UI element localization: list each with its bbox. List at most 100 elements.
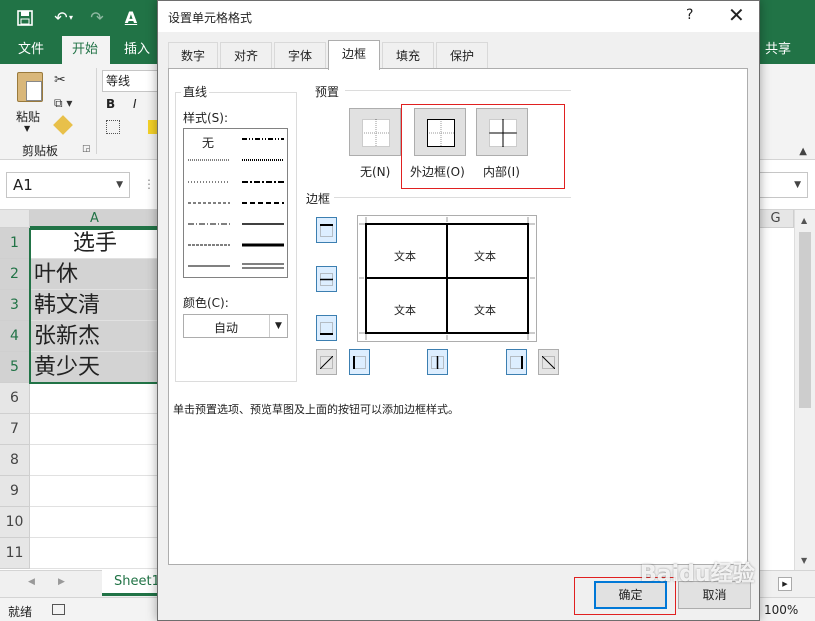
border-top-button[interactable] [316,217,337,243]
cell[interactable]: 张新杰 [30,321,160,352]
formula-expand[interactable]: ▼ [760,172,808,198]
dialog-titlebar: 设置单元格格式 ? ✕ [158,1,759,32]
scroll-up-icon[interactable]: ▲ [801,216,807,225]
paste-button[interactable]: 粘贴 [16,108,40,125]
row-header[interactable]: 3 [0,290,30,321]
row-header[interactable]: 11 [0,538,30,569]
border-diagonal-up-button[interactable] [316,349,337,375]
copy-icon[interactable]: ⧉ ▾ [54,96,72,111]
cell[interactable]: 选手 [30,228,160,259]
help-button[interactable]: ? [686,7,693,23]
sheet-tab-sheet1[interactable]: Sheet1 [102,570,162,596]
line-style-list[interactable]: 无 [183,128,288,278]
chevron-down-icon[interactable]: ▼ [794,180,801,190]
border-separator [334,197,571,198]
border-bottom-button[interactable] [316,315,337,341]
tab-insert[interactable]: 插入 [114,36,160,64]
borders-icon[interactable] [106,120,120,134]
name-box[interactable]: A1 ▼ [6,172,130,198]
border-middle-vertical-button[interactable] [427,349,448,375]
line-color-label: 颜色(C): [183,296,229,310]
formula-bar-grip[interactable]: ⋮ [143,177,155,191]
save-icon[interactable] [14,7,36,29]
font-color-icon[interactable]: A [120,7,142,29]
border-diagonal-down-button[interactable] [538,349,559,375]
row-header[interactable]: 5 [0,352,30,383]
select-all-corner[interactable] [0,210,30,228]
preset-none-label: 无(N) [360,165,391,179]
preview-cell-text: 文本 [474,250,496,263]
border-section-title: 边框 [306,192,331,206]
scroll-right-icon[interactable]: ▶ [778,577,792,591]
row-header[interactable]: 1 [0,228,30,259]
tab-protection[interactable]: 保护 [436,42,488,69]
border-left-button[interactable] [349,349,370,375]
watermark: Baidu经验 [640,562,755,587]
bold-button[interactable]: B [106,97,115,111]
border-middle-horizontal-button[interactable] [316,266,337,292]
row-header[interactable]: 10 [0,507,30,538]
undo-dropdown-icon[interactable]: ▾ [66,7,76,29]
cell[interactable] [30,476,160,507]
vertical-scrollbar[interactable]: ▲ ▼ [794,210,815,570]
tab-alignment[interactable]: 对齐 [220,42,272,69]
status-text: 就绪 [8,605,33,619]
cell[interactable] [30,507,160,538]
row-header[interactable]: 9 [0,476,30,507]
format-painter-icon[interactable] [53,115,73,135]
macro-record-icon[interactable] [52,604,65,615]
tab-file[interactable]: 文件 [8,36,54,64]
tab-border[interactable]: 边框 [328,40,380,70]
presets-separator [345,90,571,91]
dialog-launcher-icon[interactable]: ◲ [82,144,91,154]
line-group-title: 直线 [181,83,210,100]
paste-icon[interactable] [17,72,43,102]
column-header-g[interactable]: G [758,210,794,228]
border-right-button[interactable] [506,349,527,375]
zoom-level[interactable]: 100% [764,603,798,617]
close-button[interactable]: ✕ [728,3,745,27]
scroll-down-icon[interactable]: ▼ [801,556,807,565]
cut-icon[interactable]: ✂ [54,72,66,88]
line-color-select[interactable]: 自动 ▼ [183,314,288,338]
row-header[interactable]: 8 [0,445,30,476]
line-style-samples[interactable] [184,129,287,277]
chevron-down-icon[interactable]: ▼ [269,315,287,337]
border-hint-text: 单击预置选项、预览草图及上面的按钮可以添加边框样式。 [173,403,459,416]
italic-button[interactable]: I [133,97,137,111]
cell[interactable]: 韩文清 [30,290,160,321]
cell[interactable] [30,538,160,569]
tab-number[interactable]: 数字 [168,42,218,69]
border-tab-panel: 直线 样式(S): 无 颜色(C): 自动 ▼ 预置 无(N) 外边框(O) 内… [168,68,748,565]
line-style-label: 样式(S): [183,111,229,125]
sheet-prev-icon[interactable]: ◀ [28,577,35,587]
clipboard-group-label: 剪贴板 [22,144,59,158]
font-name-box[interactable]: 等线 [102,70,158,92]
cell[interactable] [30,414,160,445]
row-header[interactable]: 2 [0,259,30,290]
chevron-down-icon[interactable]: ▼ [116,173,123,197]
border-preview-lines [359,217,535,340]
row-header[interactable]: 6 [0,383,30,414]
row-header[interactable]: 4 [0,321,30,352]
preset-none-button[interactable] [349,108,401,156]
row-header[interactable]: 7 [0,414,30,445]
cell[interactable]: 黄少天 [30,352,160,383]
paste-dropdown-icon[interactable]: ▼ [24,124,30,133]
cell[interactable] [30,445,160,476]
sheet-next-icon[interactable]: ▶ [58,577,65,587]
cell[interactable] [30,383,160,414]
group-divider [96,68,97,154]
border-preview[interactable]: 文本 文本 文本 文本 [357,215,537,342]
tab-home[interactable]: 开始 [62,36,110,64]
presets-section-title: 预置 [315,85,340,99]
collapse-ribbon-icon[interactable]: ▲ [799,146,807,157]
column-header-a[interactable]: A [30,210,160,228]
tab-font[interactable]: 字体 [274,42,326,69]
tab-fill[interactable]: 填充 [382,42,434,69]
cell[interactable]: 叶休 [30,259,160,290]
redo-icon[interactable]: ↷ [86,7,108,29]
preview-cell-text: 文本 [474,304,496,317]
scroll-thumb[interactable] [799,232,811,408]
share-button[interactable]: 共享 [765,36,791,64]
